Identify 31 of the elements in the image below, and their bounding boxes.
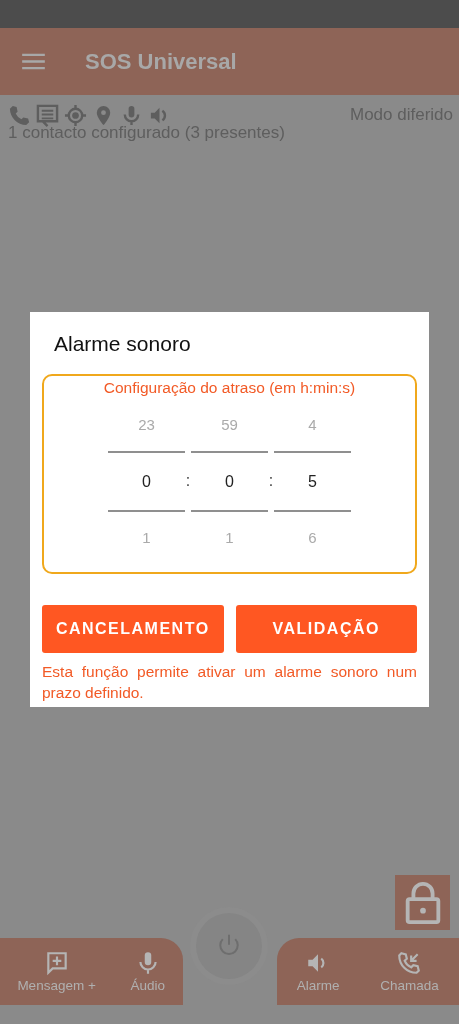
previous-value: 23	[137, 414, 156, 435]
menu-icon[interactable]	[22, 53, 45, 70]
dialog-title: Alarme sonoro	[53, 331, 192, 356]
number-field[interactable]: 0	[191, 450, 268, 512]
previous-value: 4	[307, 414, 318, 435]
next-value: 1	[224, 527, 235, 548]
nav-label: Chamada	[380, 978, 439, 993]
nav-item[interactable]: Mensagem +	[17, 950, 96, 993]
number-field[interactable]: 5	[274, 450, 351, 512]
nav-label: Alarme	[296, 978, 340, 993]
confirm-button[interactable]: VALIDAÇÃO	[235, 604, 417, 653]
app-title: SOS Universal	[85, 48, 237, 75]
lock-button[interactable]	[395, 875, 450, 930]
cancel-button[interactable]: CANCELAMENTO	[42, 604, 224, 653]
target-icon	[64, 103, 87, 127]
time-separator: :	[185, 472, 191, 490]
message-icon	[36, 103, 59, 127]
previous-value: 59	[220, 414, 239, 435]
nav-item[interactable]: Alarme	[296, 950, 340, 993]
time-separator: :	[268, 472, 274, 490]
nav-label: Mensagem +	[17, 978, 96, 993]
next-value: 1	[141, 527, 152, 548]
incoming-call-icon	[396, 950, 423, 976]
picker-label: Configuração do atraso (em h:min:s)	[102, 378, 357, 397]
number-field[interactable]: 0	[108, 450, 185, 512]
nav-item[interactable]: Áudio	[130, 950, 166, 993]
next-value: 6	[307, 527, 318, 548]
phone-icon	[8, 103, 31, 127]
description-text: Esta função permite ativar um alarme sonoro num prazo definido.	[42, 661, 417, 703]
nav-item[interactable]: Chamada	[380, 950, 439, 993]
nav-label: Áudio	[130, 978, 166, 993]
